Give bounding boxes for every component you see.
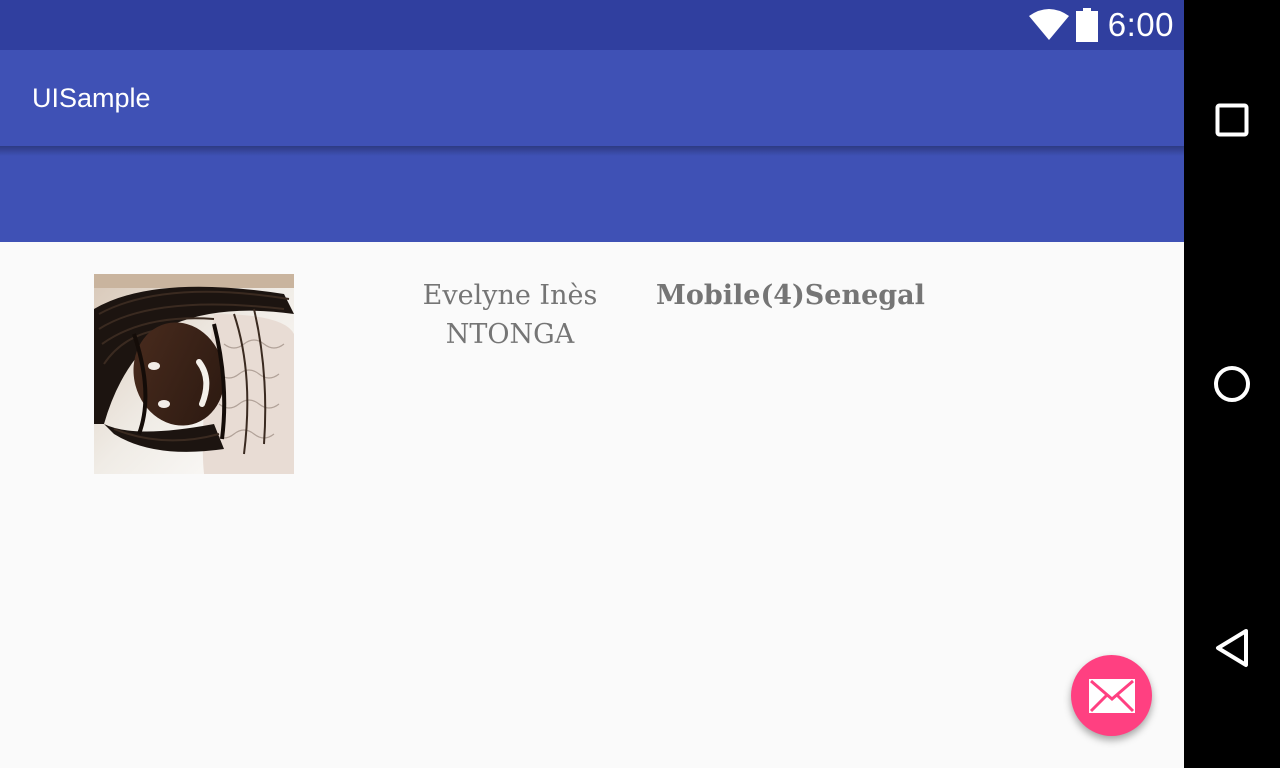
profile-photo-image <box>94 274 294 474</box>
status-icons: 6:00 <box>1028 0 1174 50</box>
header-band <box>0 146 1184 242</box>
wifi-icon <box>1028 9 1069 40</box>
app-title: UISample <box>32 83 151 113</box>
recents-button[interactable] <box>1204 92 1260 148</box>
back-button[interactable] <box>1204 620 1260 676</box>
app-bar-shadow <box>0 146 1184 156</box>
profile-photo[interactable] <box>94 274 294 474</box>
app-bar: UISample <box>0 50 1184 146</box>
email-icon <box>1088 678 1135 713</box>
content-area: Evelyne Inès NTONGA Mobile(4)Senegal <box>0 242 1184 768</box>
battery-icon <box>1075 8 1098 42</box>
triangle-back-icon <box>1216 629 1248 667</box>
status-bar: 6:00 <box>0 0 1184 50</box>
square-icon <box>1215 103 1249 137</box>
navigation-bar <box>1184 0 1280 768</box>
email-fab-button[interactable] <box>1071 655 1152 736</box>
app-screen: 6:00 UISample Evelyne Inès NTONGA Mobile… <box>0 0 1184 768</box>
person-country: Mobile(4)Senegal <box>656 280 925 311</box>
person-name: Evelyne Inès NTONGA <box>422 280 598 350</box>
status-time: 6:00 <box>1107 6 1174 43</box>
home-button[interactable] <box>1204 356 1260 412</box>
circle-icon <box>1214 366 1250 402</box>
